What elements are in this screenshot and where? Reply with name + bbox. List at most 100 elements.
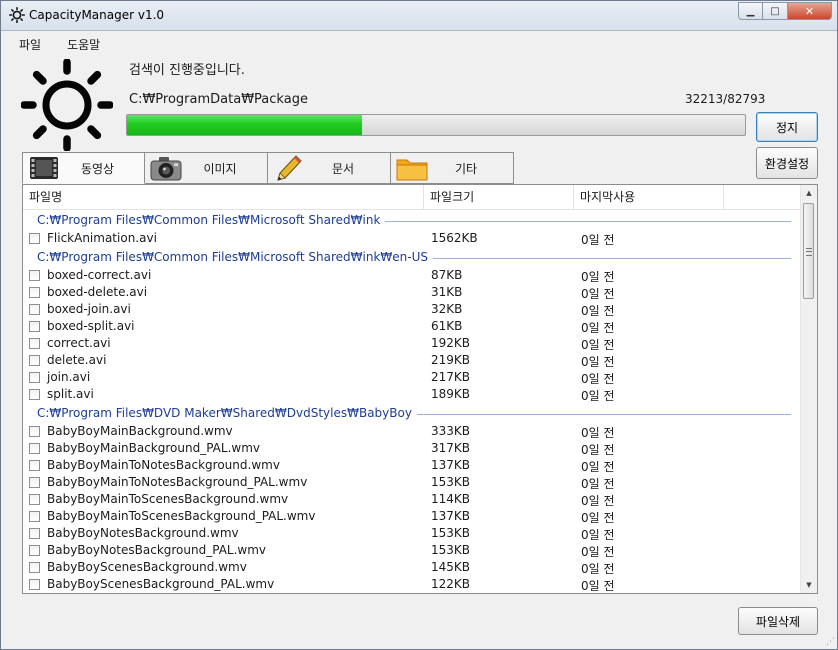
file-row[interactable]: boxed-delete.avi 31KB 0일 전 (23, 284, 803, 301)
scan-progress-bar (126, 114, 746, 136)
file-name: join.avi (47, 370, 91, 384)
file-row[interactable]: delete.avi 219KB 0일 전 (23, 352, 803, 369)
close-button[interactable]: ✕ (788, 2, 832, 20)
file-row[interactable]: boxed-join.avi 32KB 0일 전 (23, 301, 803, 318)
file-size: 153KB (431, 475, 471, 489)
file-row[interactable]: BabyBoyMainBackground_PAL.wmv 317KB 0일 전 (23, 440, 803, 457)
pencil-icon (277, 155, 302, 181)
column-header-size[interactable]: 파일크기 (424, 185, 574, 209)
file-name: boxed-join.avi (47, 302, 131, 316)
scroll-up-button[interactable]: ▲ (801, 185, 817, 201)
menu-file[interactable]: 파일 (15, 35, 45, 54)
title-bar[interactable]: CapacityManager v1.0 ▁ □ ✕ (1, 1, 837, 31)
file-row[interactable]: correct.avi 192KB 0일 전 (23, 335, 803, 352)
thumb-grip-icon (806, 248, 812, 256)
file-last-used: 0일 전 (581, 270, 615, 284)
vertical-scrollbar[interactable]: ▲ ▼ (800, 185, 817, 593)
scan-count: 32213/82793 (685, 92, 766, 106)
tab-video[interactable]: 동영상 (22, 152, 145, 184)
file-name: BabyBoyNotesBackground_PAL.wmv (47, 543, 267, 557)
file-size: 219KB (431, 353, 471, 367)
file-size: 32KB (431, 302, 463, 316)
file-type-tabs: 동영상 이미지 문서 기타 (22, 152, 514, 184)
tab-other-label: 기타 (454, 161, 478, 176)
file-checkbox[interactable] (29, 528, 40, 539)
maximize-button[interactable]: □ (763, 2, 788, 20)
file-last-used: 0일 전 (581, 287, 615, 301)
file-row[interactable]: BabyBoyMainToNotesBackground.wmv 137KB 0일 … (23, 457, 803, 474)
file-size: 137KB (431, 509, 471, 523)
file-row[interactable]: boxed-correct.avi 87KB 0일 전 (23, 267, 803, 284)
menu-bar: 파일 도움말 (15, 35, 104, 54)
file-row[interactable]: BabyBoyMainToScenesBackground_PAL.wmv 137… (23, 508, 803, 525)
menu-help[interactable]: 도움말 (63, 35, 104, 54)
maximize-icon: □ (770, 5, 780, 17)
file-checkbox[interactable] (29, 477, 40, 488)
minimize-icon: ▁ (746, 5, 755, 17)
file-row[interactable]: boxed-split.avi 61KB 0일 전 (23, 318, 803, 335)
file-last-used: 0일 전 (581, 338, 615, 352)
file-size: 317KB (431, 441, 471, 455)
scroll-thumb[interactable] (803, 203, 814, 299)
tab-document[interactable]: 문서 (268, 152, 391, 184)
file-row[interactable]: FlickAnimation.avi 1562KB 0일 전 (23, 230, 803, 247)
file-row[interactable]: BabyBoyNotesBackground.wmv 153KB 0일 전 (23, 525, 803, 542)
file-checkbox[interactable] (29, 372, 40, 383)
file-checkbox[interactable] (29, 511, 40, 522)
file-last-used: 0일 전 (581, 443, 615, 457)
file-row[interactable]: BabyBoyMainBackground.wmv 333KB 0일 전 (23, 423, 803, 440)
file-name: BabyBoyScenesBackground.wmv (47, 560, 247, 574)
file-name: BabyBoyNotesBackground.wmv (47, 526, 239, 540)
tab-video-label: 동영상 (80, 161, 115, 176)
tab-other[interactable]: 기타 (391, 152, 514, 184)
file-name: boxed-correct.avi (47, 268, 152, 282)
file-row[interactable]: BabyBoyMainToNotesBackground_PAL.wmv 153K… (23, 474, 803, 491)
file-rows: C:₩Program Files₩Common Files₩Microsoft … (23, 210, 803, 593)
list-header: 파일명 파일크기 마지막사용 (23, 185, 803, 210)
file-last-used: 0일 전 (581, 355, 615, 369)
file-name: boxed-delete.avi (47, 285, 148, 299)
settings-button[interactable]: 환경설정 (756, 147, 818, 179)
file-last-used: 0일 전 (581, 389, 615, 403)
column-header-last-used[interactable]: 마지막사용 (574, 185, 724, 209)
file-checkbox[interactable] (29, 579, 40, 590)
file-checkbox[interactable] (29, 545, 40, 556)
file-checkbox[interactable] (29, 494, 40, 505)
group-header: C:₩Program Files₩Common Files₩Microsoft … (23, 210, 803, 230)
tab-document-label: 문서 (331, 161, 355, 176)
file-checkbox[interactable] (29, 304, 40, 315)
file-row[interactable]: join.avi 217KB 0일 전 (23, 369, 803, 386)
file-checkbox[interactable] (29, 338, 40, 349)
file-size: 114KB (431, 492, 471, 506)
file-checkbox[interactable] (29, 270, 40, 281)
file-size: 61KB (431, 319, 463, 333)
file-checkbox[interactable] (29, 287, 40, 298)
file-checkbox[interactable] (29, 562, 40, 573)
file-row[interactable]: BabyBoyScenesBackground.wmv 145KB 0일 전 (23, 559, 803, 576)
file-row[interactable]: split.avi 189KB 0일 전 (23, 386, 803, 403)
file-checkbox[interactable] (29, 443, 40, 454)
file-row[interactable]: BabyBoyScenesBackground_PAL.wmv 122KB 0일 전 (23, 576, 803, 593)
tab-image[interactable]: 이미지 (145, 152, 268, 184)
file-checkbox[interactable] (29, 426, 40, 437)
app-window: CapacityManager v1.0 ▁ □ ✕ 파일 도움말 검색이 진행… (0, 0, 838, 650)
file-last-used: 0일 전 (581, 460, 615, 474)
stop-button[interactable]: 정지 (756, 112, 818, 142)
file-last-used: 0일 전 (581, 545, 615, 559)
delete-files-button[interactable]: 파일삭제 (738, 607, 818, 635)
scanning-sun-icon (21, 59, 113, 151)
file-checkbox[interactable] (29, 321, 40, 332)
file-checkbox[interactable] (29, 355, 40, 366)
file-last-used: 0일 전 (581, 579, 615, 593)
file-size: 87KB (431, 268, 463, 282)
column-header-name[interactable]: 파일명 (23, 185, 424, 209)
file-checkbox[interactable] (29, 460, 40, 471)
file-row[interactable]: BabyBoyNotesBackground_PAL.wmv 153KB 0일 전 (23, 542, 803, 559)
scroll-down-button[interactable]: ▼ (801, 577, 817, 593)
file-size: 122KB (431, 577, 471, 591)
minimize-button[interactable]: ▁ (738, 2, 763, 20)
file-checkbox[interactable] (29, 233, 40, 244)
file-row[interactable]: BabyBoyMainToScenesBackground.wmv 114KB 0일… (23, 491, 803, 508)
file-checkbox[interactable] (29, 389, 40, 400)
resize-grip-icon[interactable]: ⋰ (826, 637, 835, 647)
